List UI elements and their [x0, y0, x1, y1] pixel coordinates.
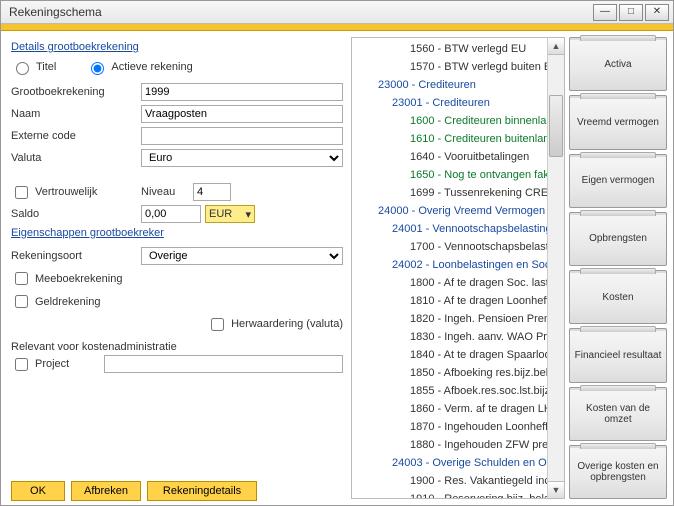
input-saldo[interactable]	[141, 205, 201, 223]
account-tree[interactable]: 1560 - BTW verlegd EU1570 - BTW verlegd …	[351, 37, 565, 499]
rekeningdetails-button[interactable]: Rekeningdetails	[147, 481, 257, 501]
checkbox-vertrouwelijk[interactable]: Vertrouwelijk	[11, 183, 141, 202]
app-window: Rekeningschema — □ ✕ Details grootboekre…	[0, 0, 674, 506]
drawer-button[interactable]: Kosten	[569, 270, 667, 324]
button-bar: OK Afbreken Rekeningdetails	[11, 473, 343, 501]
window-title: Rekeningschema	[9, 5, 591, 19]
drawer-button[interactable]: Opbrengsten	[569, 212, 667, 266]
select-rekeningsoort[interactable]: Overige	[141, 247, 343, 265]
tree-row[interactable]: 1870 - Ingehouden Loonheffing	[352, 418, 563, 436]
ok-button[interactable]: OK	[11, 481, 65, 501]
scroll-thumb[interactable]	[549, 95, 563, 157]
drawer-button[interactable]: Financieel resultaat	[569, 328, 667, 382]
tree-row[interactable]: 23001 - Crediteuren	[352, 94, 563, 112]
minimize-button[interactable]: —	[593, 4, 617, 21]
close-button[interactable]: ✕	[645, 4, 669, 21]
tree-row[interactable]: 1880 - Ingehouden ZFW premie	[352, 436, 563, 454]
input-project[interactable]	[104, 355, 343, 373]
drawer-button[interactable]: Overige kosten en opbrengsten	[569, 445, 667, 499]
tree-row[interactable]: 24001 - Vennootschapsbelasting	[352, 220, 563, 238]
tree-row[interactable]: 1570 - BTW verlegd buiten EU	[352, 58, 563, 76]
content: Details grootboekrekening Titel Actieve …	[1, 31, 673, 505]
select-valuta[interactable]: Euro	[141, 149, 343, 167]
tree-scrollbar[interactable]: ▲ ▼	[547, 38, 564, 498]
drawer-button[interactable]: Kosten van de omzet	[569, 387, 667, 441]
tree-row[interactable]: 1855 - Afboek.res.soc.lst.bijz.1	[352, 382, 563, 400]
tree-row[interactable]: 1810 - Af te dragen Loonheffing	[352, 292, 563, 310]
drawer-button[interactable]: Activa	[569, 37, 667, 91]
tree-row[interactable]: 1840 - At te dragen Spaarloon	[352, 346, 563, 364]
scroll-down-icon[interactable]: ▼	[548, 481, 564, 498]
checkbox-project[interactable]: Project	[11, 355, 104, 374]
tree-row[interactable]: 1910 - Reservering bijz. belastingen	[352, 490, 563, 498]
drawer-panel: ActivaVreemd vermogenEigen vermogenOpbre…	[565, 31, 673, 505]
tree-row[interactable]: 1560 - BTW verlegd EU	[352, 40, 563, 58]
tree-row[interactable]: 1700 - Vennootschapsbelasting	[352, 238, 563, 256]
scroll-up-icon[interactable]: ▲	[548, 38, 564, 55]
tree-row[interactable]: 1610 - Crediteuren buitenland	[352, 130, 563, 148]
section-relevant-title: Relevant voor kostenadministratie	[11, 341, 343, 353]
maximize-button[interactable]: □	[619, 4, 643, 21]
tree-row[interactable]: 23000 - Crediteuren	[352, 76, 563, 94]
label-externe-code: Externe code	[11, 130, 141, 142]
tree-row[interactable]: 1830 - Ingeh. aanv. WAO Premie	[352, 328, 563, 346]
tree-row[interactable]: 1699 - Tussenrekening CRED	[352, 184, 563, 202]
select-saldo-currency[interactable]: EUR▾	[205, 205, 255, 223]
left-panel: Details grootboekrekening Titel Actieve …	[1, 31, 351, 505]
input-grootboekrekening[interactable]	[141, 83, 343, 101]
input-niveau[interactable]	[193, 183, 231, 201]
tree-row[interactable]: 24003 - Overige Schulden en Overl.	[352, 454, 563, 472]
section-details-title: Details grootboekrekening	[11, 41, 343, 53]
scroll-track[interactable]	[548, 55, 564, 481]
tree-row[interactable]: 1900 - Res. Vakantiegeld incl. Soc. Last…	[352, 472, 563, 490]
tree-row[interactable]: 1850 - Afboeking res.bijz.bel.1	[352, 364, 563, 382]
tree-panel: 1560 - BTW verlegd EU1570 - BTW verlegd …	[351, 31, 565, 505]
tree-row[interactable]: 24002 - Loonbelastingen en Soc. Verzk.	[352, 256, 563, 274]
checkbox-meeboek[interactable]: Meeboekrekening	[11, 269, 343, 288]
tree-row[interactable]: 1600 - Crediteuren binnenland	[352, 112, 563, 130]
label-rekeningsoort: Rekeningsoort	[11, 250, 141, 262]
tree-row[interactable]: 24000 - Overig Vreemd Vermogen	[352, 202, 563, 220]
tree-row[interactable]: 1640 - Vooruitbetalingen	[352, 148, 563, 166]
radio-titel[interactable]: Titel	[11, 59, 56, 75]
label-niveau: Niveau	[141, 186, 193, 198]
checkbox-herwaardering[interactable]: Herwaardering (valuta)	[207, 315, 343, 334]
label-grootboekrekening: Grootboekrekening	[11, 86, 141, 98]
account-type-radios: Titel Actieve rekening	[11, 59, 343, 75]
input-externe-code[interactable]	[141, 127, 343, 145]
drawer-button[interactable]: Eigen vermogen	[569, 154, 667, 208]
afbreken-button[interactable]: Afbreken	[71, 481, 141, 501]
section-eigenschappen-title: Eigenschappen grootboekreker	[11, 227, 343, 239]
tree-row[interactable]: 1860 - Verm. af te dragen LH	[352, 400, 563, 418]
tree-row[interactable]: 1820 - Ingeh. Pensioen Premie	[352, 310, 563, 328]
label-naam: Naam	[11, 108, 141, 120]
tree-row[interactable]: 1800 - Af te dragen Soc. lasten	[352, 274, 563, 292]
label-valuta: Valuta	[11, 152, 141, 164]
tree-row[interactable]: 1650 - Nog te ontvangen fakt.	[352, 166, 563, 184]
input-naam[interactable]	[141, 105, 343, 123]
radio-actief[interactable]: Actieve rekening	[86, 59, 192, 75]
titlebar: Rekeningschema — □ ✕	[1, 1, 673, 24]
checkbox-geldrekening[interactable]: Geldrekening	[11, 292, 343, 311]
label-saldo: Saldo	[11, 208, 141, 220]
drawer-button[interactable]: Vreemd vermogen	[569, 95, 667, 149]
chevron-down-icon: ▾	[245, 208, 251, 221]
accent-bar	[1, 24, 673, 31]
